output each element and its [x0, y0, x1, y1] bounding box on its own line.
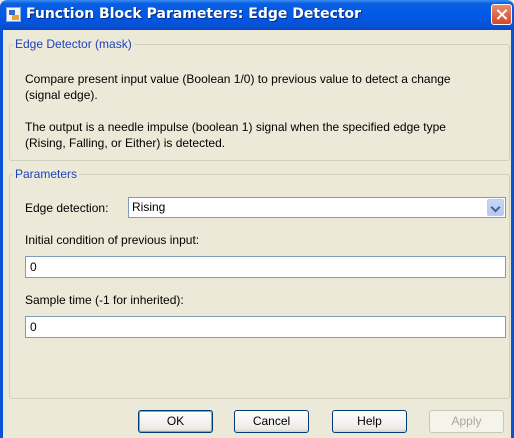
close-button[interactable]: [491, 4, 512, 25]
description-line: (Rising, Falling, or Either) is detected…: [25, 136, 226, 150]
sample-time-input[interactable]: [25, 316, 506, 338]
chevron-down-icon[interactable]: [487, 199, 504, 216]
block-parameters-icon: [6, 7, 21, 22]
initial-condition-input[interactable]: [25, 256, 506, 278]
edge-detection-value: Rising: [132, 200, 166, 214]
ok-button[interactable]: OK: [138, 410, 213, 433]
help-button[interactable]: Help: [332, 410, 407, 433]
initial-condition-label: Initial condition of previous input:: [25, 233, 200, 247]
parameters-group-legend: Parameters: [15, 167, 78, 181]
sample-time-label: Sample time (-1 for inherited):: [25, 293, 184, 307]
window-title: Function Block Parameters: Edge Detector: [26, 6, 362, 22]
description-line: The output is a needle impulse (boolean …: [25, 120, 446, 134]
edge-detection-dropdown[interactable]: Rising: [128, 197, 506, 218]
apply-button[interactable]: Apply: [429, 410, 504, 433]
mask-group-legend: Edge Detector (mask): [15, 37, 132, 51]
description-line: (signal edge).: [25, 88, 98, 102]
window-border-left: [0, 30, 3, 438]
description-line: Compare present input value (Boolean 1/0…: [25, 72, 451, 86]
title-bar[interactable]: Function Block Parameters: Edge Detector: [0, 0, 514, 30]
cancel-button[interactable]: Cancel: [234, 410, 309, 433]
edge-detection-label: Edge detection:: [25, 201, 109, 215]
